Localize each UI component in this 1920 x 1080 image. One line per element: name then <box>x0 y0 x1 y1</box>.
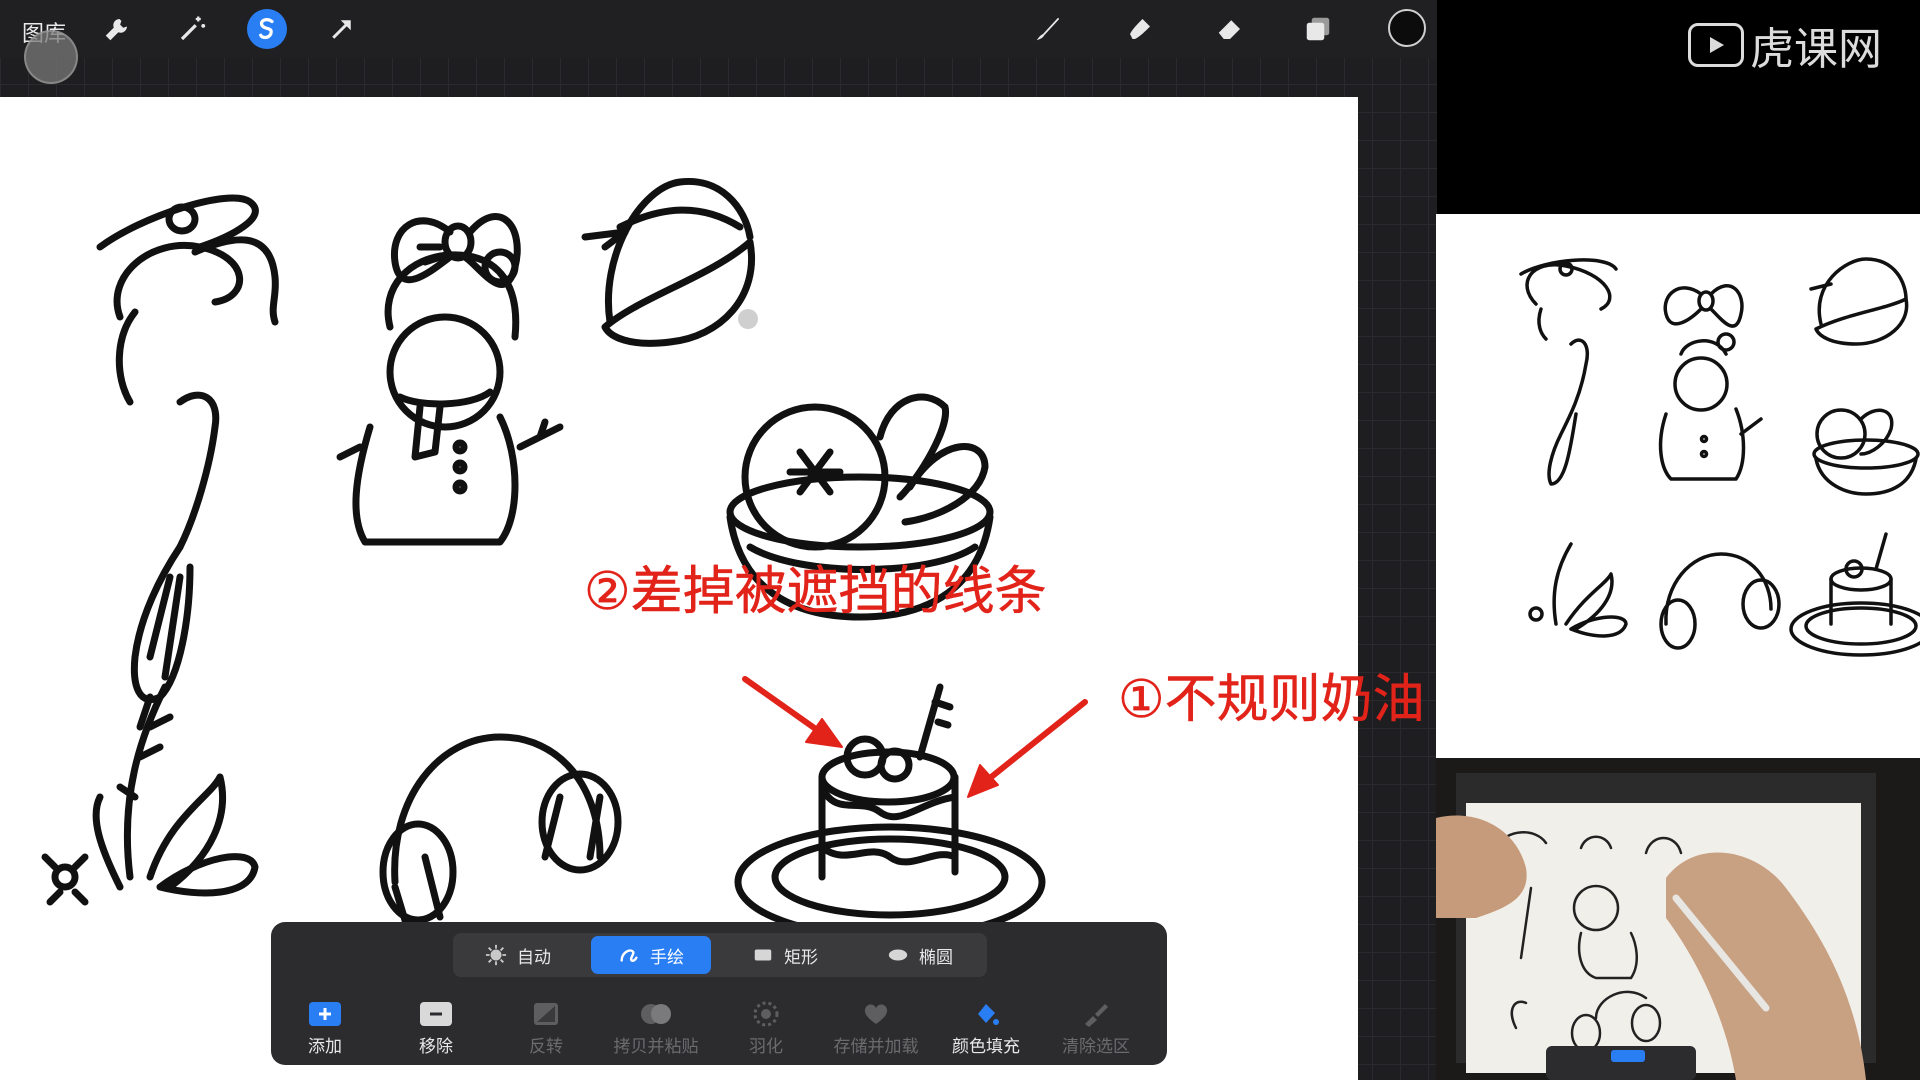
watermark-logo: 虎课网 <box>1688 20 1903 74</box>
mode-rectangle[interactable]: 矩形 <box>725 936 845 974</box>
doodle-cake <box>734 683 1046 941</box>
reference-doodles <box>1519 257 1920 657</box>
doodle-headphones <box>379 733 622 941</box>
feather-button[interactable]: 羽化 <box>711 1000 821 1057</box>
minus-icon <box>420 1002 452 1026</box>
copy-paste-button-label: 拷贝并粘贴 <box>613 1037 699 1056</box>
ellipse-icon <box>888 949 908 961</box>
smudge-icon[interactable] <box>1120 9 1160 49</box>
add-button-label: 添加 <box>308 1037 342 1056</box>
doodle-umbrella <box>130 391 220 731</box>
rectangle-icon <box>754 949 772 961</box>
selection-toolbar: 自动 手绘 矩形 椭圆 添加 移除 反转 拷贝并粘贴 羽化 存储并加载 颜色填充… <box>271 922 1167 1065</box>
ref-bread-basket <box>1812 408 1920 496</box>
ref-snowman <box>1658 332 1763 481</box>
doodle-hat <box>581 177 755 347</box>
clear-selection-icon <box>1085 1004 1108 1027</box>
color-swatch[interactable] <box>1388 9 1426 47</box>
mode-freehand-label: 手绘 <box>650 947 684 967</box>
feather-icon <box>753 1001 779 1027</box>
save-load-button-label: 存储并加载 <box>833 1037 919 1056</box>
magic-wand-icon[interactable] <box>172 9 212 49</box>
top-toolbar: 图库 <box>0 0 1437 58</box>
mode-ellipse-label: 椭圆 <box>919 947 953 967</box>
ref-plant <box>1528 542 1628 638</box>
brush-size-slider-handle[interactable] <box>24 30 78 84</box>
procreate-workspace: ②差掉被遮挡的线条 ①不规则奶油 图库 <box>0 0 1437 1080</box>
ref-small-bow <box>1663 284 1744 328</box>
mode-rectangle-label: 矩形 <box>784 947 818 967</box>
invert-icon <box>534 1003 558 1025</box>
doodle-snowman <box>336 248 564 546</box>
clear-selection-button[interactable]: 清除选区 <box>1041 1000 1151 1057</box>
ref-headphones <box>1659 552 1781 650</box>
feather-button-label: 羽化 <box>749 1037 783 1056</box>
play-icon <box>1688 23 1744 67</box>
heart-icon <box>864 1004 888 1024</box>
ref-hat <box>1809 257 1909 346</box>
invert-button-label: 反转 <box>529 1037 563 1056</box>
color-fill-button-label: 颜色填充 <box>952 1037 1020 1056</box>
mode-freehand[interactable]: 手绘 <box>591 936 711 974</box>
add-button[interactable]: 添加 <box>270 1000 380 1057</box>
layers-icon[interactable] <box>1298 9 1338 49</box>
invert-button[interactable]: 反转 <box>491 1000 601 1057</box>
reference-image <box>1436 214 1920 758</box>
tutor-camera-feed <box>1436 758 1920 1080</box>
selection-icon[interactable] <box>247 9 287 49</box>
save-load-button[interactable]: 存储并加载 <box>821 1000 931 1057</box>
annotation-hidden-lines: ②差掉被遮挡的线条 <box>584 562 1047 623</box>
annotation-arrows <box>742 676 1088 798</box>
clear-selection-button-label: 清除选区 <box>1062 1037 1130 1056</box>
copy-paste-icon <box>641 1004 671 1024</box>
ref-headband-bow <box>1519 258 1618 341</box>
color-fill-button[interactable]: 颜色填充 <box>931 1000 1041 1057</box>
remove-button-label: 移除 <box>419 1037 453 1056</box>
color-fill-icon <box>978 1004 999 1025</box>
plus-icon <box>309 1002 341 1026</box>
doodle-plant <box>41 683 259 906</box>
remove-button[interactable]: 移除 <box>381 1000 491 1057</box>
brush-icon[interactable] <box>1028 9 1068 49</box>
eraser-icon[interactable] <box>1210 9 1250 49</box>
mode-automatic-label: 自动 <box>517 947 551 967</box>
ref-umbrella <box>1547 338 1589 486</box>
transform-arrow-icon[interactable] <box>322 9 362 49</box>
freehand-icon <box>620 949 638 962</box>
doodle-headband-bow <box>96 194 279 406</box>
copy-paste-button[interactable]: 拷贝并粘贴 <box>601 1000 711 1057</box>
selection-mode-switcher: 自动 手绘 矩形 椭圆 <box>453 933 987 977</box>
ref-cake <box>1789 532 1920 657</box>
wrench-icon[interactable] <box>97 9 137 49</box>
sun-icon <box>485 944 507 966</box>
watermark-text: 虎课网 <box>1750 25 1882 74</box>
mode-automatic[interactable]: 自动 <box>459 936 577 974</box>
annotation-irregular-cream: ①不规则奶油 <box>1118 670 1425 731</box>
mode-ellipse[interactable]: 椭圆 <box>859 936 981 974</box>
camera-scene <box>1436 758 1920 1080</box>
